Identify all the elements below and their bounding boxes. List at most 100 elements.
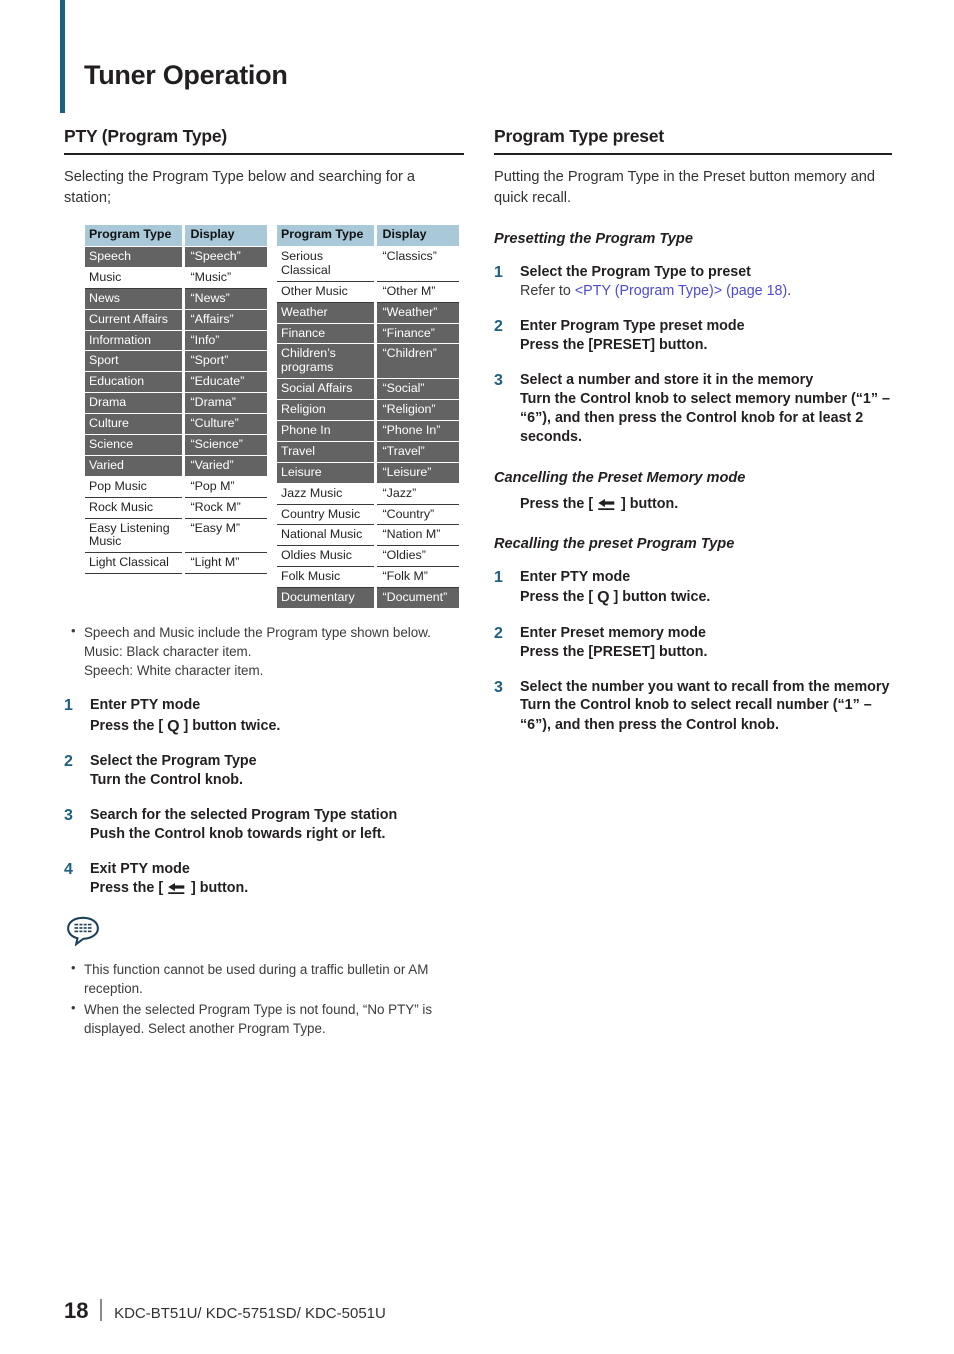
left-column: PTY (Program Type) Selecting the Program…	[64, 126, 464, 1040]
cell-program-type: Light Classical	[85, 552, 185, 575]
step-item: 4 Exit PTY mode Press the [ ] button.	[64, 860, 464, 898]
step-item: 3 Select a number and store it in the mem…	[494, 371, 892, 447]
back-arrow-icon	[598, 498, 615, 510]
table-row: Finance “Finance”	[277, 323, 459, 345]
section-heading-preset: Program Type preset	[494, 126, 892, 155]
step-item: 2 Select the Program Type Turn the Control…	[64, 752, 464, 790]
step-title: Enter PTY mode	[520, 568, 631, 585]
cell-display: “Affairs”	[183, 309, 267, 331]
table-row: Science “Science”	[85, 434, 267, 456]
cell-program-type: Children’s programs	[277, 343, 377, 380]
cell-program-type: Culture	[85, 413, 185, 435]
cancelling-instruction: Press the [ ] button.	[494, 495, 892, 514]
step-number: 2	[494, 318, 503, 336]
cell-program-type: Rock Music	[85, 497, 185, 519]
cell-program-type: Other Music	[277, 281, 377, 303]
step-item: 1 Enter PTY mode Press the [ Q ] button tw…	[494, 568, 892, 608]
table-row: Children’s programs “Children”	[277, 343, 459, 380]
table-row: Documentary “Document”	[277, 587, 459, 609]
step-title: Search for the selected Program Type sta…	[90, 807, 398, 824]
step-body: Turn the Control knob to select memory n…	[520, 390, 892, 448]
table-row: National Music “Nation M”	[277, 524, 459, 547]
step-title: Select the Program Type to preset	[520, 264, 751, 281]
cell-display: “Other M”	[375, 281, 459, 303]
step-body-text: Turn the Control knob to select memory n…	[520, 390, 890, 446]
presetting-steps: 1 Select the Program Type to preset Refer …	[494, 263, 892, 447]
cell-display: “Travel”	[375, 441, 459, 463]
cell-display: “Easy M”	[183, 518, 267, 554]
step-body: Press the [ Q ] button twice.	[520, 586, 892, 608]
cell-display: “Drama”	[183, 392, 267, 415]
list-item: This function cannot be used during a tr…	[68, 959, 464, 998]
cell-program-type: Current Affairs	[85, 309, 185, 331]
table-row: Leisure “Leisure”	[277, 462, 459, 484]
cell-display: “Children”	[375, 343, 459, 380]
step-item: 1 Select the Program Type to preset Refer …	[494, 263, 892, 301]
program-type-table-1: Program Type Display Speech “Speech” Music…	[85, 225, 267, 575]
cell-display: “Speech”	[183, 246, 267, 268]
step-body-text: Press the [PRESET] button.	[520, 336, 708, 353]
cell-display: “Social”	[375, 378, 459, 401]
table-header-row: Program Type Display	[277, 225, 459, 247]
step-body-text-post: .	[787, 282, 792, 299]
cell-display: “Educate”	[183, 371, 267, 394]
step-body: Press the [ Q ] button twice.	[90, 715, 464, 737]
step-title: Enter Program Type preset mode	[520, 318, 745, 335]
step-number: 3	[494, 372, 503, 390]
page-number: 18	[64, 1298, 89, 1323]
cell-program-type: Folk Music	[277, 566, 377, 589]
cell-display: “Leisure”	[375, 462, 459, 484]
cell-display: “Pop M”	[183, 476, 267, 498]
table-row: Sport “Sport”	[85, 350, 267, 373]
table-row: Jazz Music “Jazz”	[277, 483, 459, 505]
step-title: Select the Program Type	[90, 753, 257, 770]
back-arrow-icon	[168, 882, 185, 894]
cell-program-type: Social Affairs	[277, 378, 377, 401]
step-number: 1	[64, 697, 73, 715]
recalling-steps: 1 Enter PTY mode Press the [ Q ] button tw…	[494, 568, 892, 735]
cell-program-type: Drama	[85, 392, 185, 415]
cell-display: “Oldies”	[375, 545, 459, 568]
cell-program-type: Travel	[277, 441, 377, 463]
step-body-text-post: ] button.	[187, 879, 249, 896]
cell-program-type: Sport	[85, 350, 185, 373]
table-row: Travel “Travel”	[277, 441, 459, 463]
col-header-program-type: Program Type	[277, 225, 377, 247]
cell-display: “Finance”	[375, 323, 459, 345]
cell-program-type: Oldies Music	[277, 545, 377, 568]
step-body-text: Press the [	[90, 879, 168, 896]
step-title: Enter Preset memory mode	[520, 625, 706, 641]
table-row: Education “Educate”	[85, 371, 267, 394]
program-type-table-2: Program Type Display Serious Classical “C…	[277, 225, 459, 609]
preset-intro-text: Putting the Program Type in the Preset b…	[494, 169, 875, 207]
cell-program-type: Phone In	[277, 420, 377, 442]
cell-program-type: Speech	[85, 246, 185, 268]
table-row: Serious Classical “Classics”	[277, 246, 459, 282]
table-row: News “News”	[85, 288, 267, 310]
cell-program-type: National Music	[277, 524, 377, 547]
step-body-text-post: ] button twice.	[179, 717, 281, 734]
step-title: Exit PTY mode	[90, 861, 190, 877]
note-bubble-icon	[67, 916, 99, 946]
step-item: 1 Enter PTY mode Press the [ Q ] button tw…	[64, 696, 464, 736]
cancelling-text-post: ] button.	[617, 495, 679, 512]
step-item: 3 Search for the selected Program Type st…	[64, 806, 464, 844]
cell-program-type: Documentary	[277, 587, 377, 609]
table-row: Religion “Religion”	[277, 399, 459, 421]
chapter-accent-bar	[60, 0, 65, 113]
step-body-text: Press the [	[90, 717, 168, 734]
table-row: Drama “Drama”	[85, 392, 267, 415]
table-row: Social Affairs “Social”	[277, 378, 459, 401]
col-header-program-type: Program Type	[85, 225, 185, 247]
footer-divider	[100, 1299, 103, 1321]
cross-reference-link[interactable]: <PTY (Program Type)> (page 18)	[575, 283, 787, 299]
cell-program-type: Varied	[85, 455, 185, 477]
step-number: 1	[494, 264, 503, 282]
cell-display: “Info”	[183, 330, 267, 352]
table-row: Oldies Music “Oldies”	[277, 545, 459, 568]
step-item: 2 Enter Program Type preset mode Press the…	[494, 317, 892, 355]
cell-display: “Rock M”	[183, 497, 267, 519]
cell-display: “Jazz”	[375, 483, 459, 505]
legend-note-music: Music: Black character item.	[84, 644, 252, 660]
table-row: Information “Info”	[85, 330, 267, 352]
